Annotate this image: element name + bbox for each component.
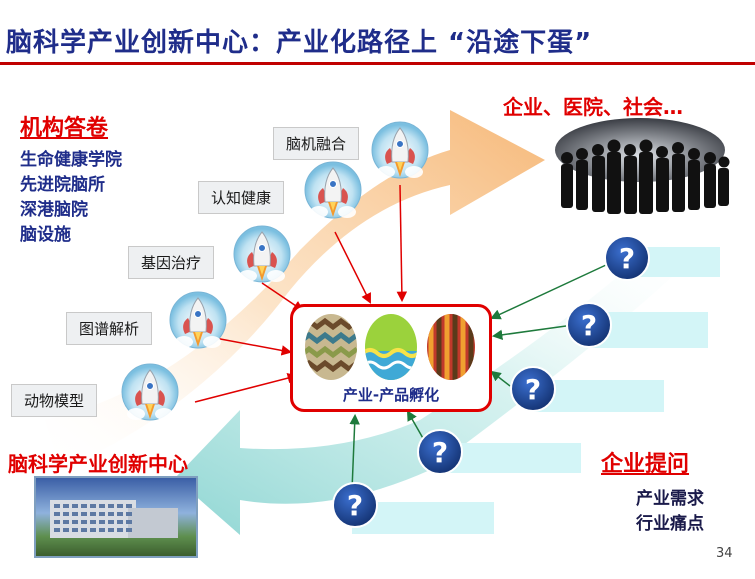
rocket-icon [233,225,291,283]
building-window [126,512,132,516]
eggs-graphic [305,314,475,380]
arrow-cognitive [334,231,371,304]
crowd-icon [555,118,730,214]
enterprise-item: 产业需求 [636,489,704,509]
arrow-bci [396,184,408,303]
building-window [54,512,60,516]
building-window [63,504,69,508]
enterprise-heading: 企业提问 [601,452,690,477]
building-window [99,512,105,516]
institution-item: 脑设施 [20,225,71,245]
building-window [99,504,105,508]
stage-label: 动物模型 [11,384,98,417]
building-window [99,520,105,524]
building-window [54,528,60,532]
question-glyph: ? [581,309,597,342]
building-window [126,504,132,508]
building-window [63,520,69,524]
stage-label: 脑机融合 [273,127,360,160]
building-image [34,476,198,558]
egg-icon [305,314,357,380]
building-block [128,508,178,538]
stage-label: 认知健康 [198,181,285,214]
building-window [63,512,69,516]
building-window [108,504,114,508]
building-window [108,512,114,516]
building-window [90,504,96,508]
slide: 脑科学产业创新中心：产业化路径上 “沿途下蛋” ? ? ? ? ? 机构答卷 生… [0,0,755,579]
building-window [117,512,123,516]
building-window [81,520,87,524]
building-window [117,520,123,524]
institution-item: 深港脑院 [20,200,88,220]
stage-label: 基因治疗 [128,246,215,279]
building-window [54,504,60,508]
building-window [126,520,132,524]
enterprise-item: 行业痛点 [636,514,704,534]
building-window [99,528,105,532]
building-window [63,528,69,532]
building-window [126,528,132,532]
building-window [81,512,87,516]
rocket-icon [169,291,227,349]
building-window [117,528,123,532]
center-label: 脑科学产业创新中心 [8,452,188,476]
egg-icon [427,314,475,380]
question-glyph: ? [347,489,363,522]
incubator-label: 产业-产品孵化 [342,386,440,404]
building-window [72,528,78,532]
society-label: 企业、医院、社会… [503,95,683,119]
building-window [54,520,60,524]
building-window [108,528,114,532]
building-window [81,528,87,532]
institution-item: 生命健康学院 [20,150,122,170]
page-number: 34 [716,546,733,561]
building-window [117,504,123,508]
institution-item: 先进院脑所 [20,175,105,195]
building-window [108,520,114,524]
question-glyph: ? [432,436,448,469]
rocket-icon [371,121,429,179]
building-window [90,520,96,524]
building-window [72,504,78,508]
building-window [72,512,78,516]
rocket-icon [304,161,362,219]
incubator-box: 产业-产品孵化 [290,304,492,412]
enterprise-list: 产业需求 行业痛点 [636,487,704,537]
question-glyph: ? [619,242,635,275]
institutions-heading: 机构答卷 [20,116,109,141]
institutions-list: 生命健康学院 先进院脑所 深港脑院 脑设施 [20,148,122,248]
question-glyph: ? [525,373,541,406]
building-window [90,528,96,532]
building-window [72,520,78,524]
stage-label: 图谱解析 [66,312,153,345]
building-window [81,504,87,508]
egg-icon [365,314,417,380]
arrow-animal-model [194,373,299,403]
building-window [90,512,96,516]
rocket-icon [121,363,179,421]
